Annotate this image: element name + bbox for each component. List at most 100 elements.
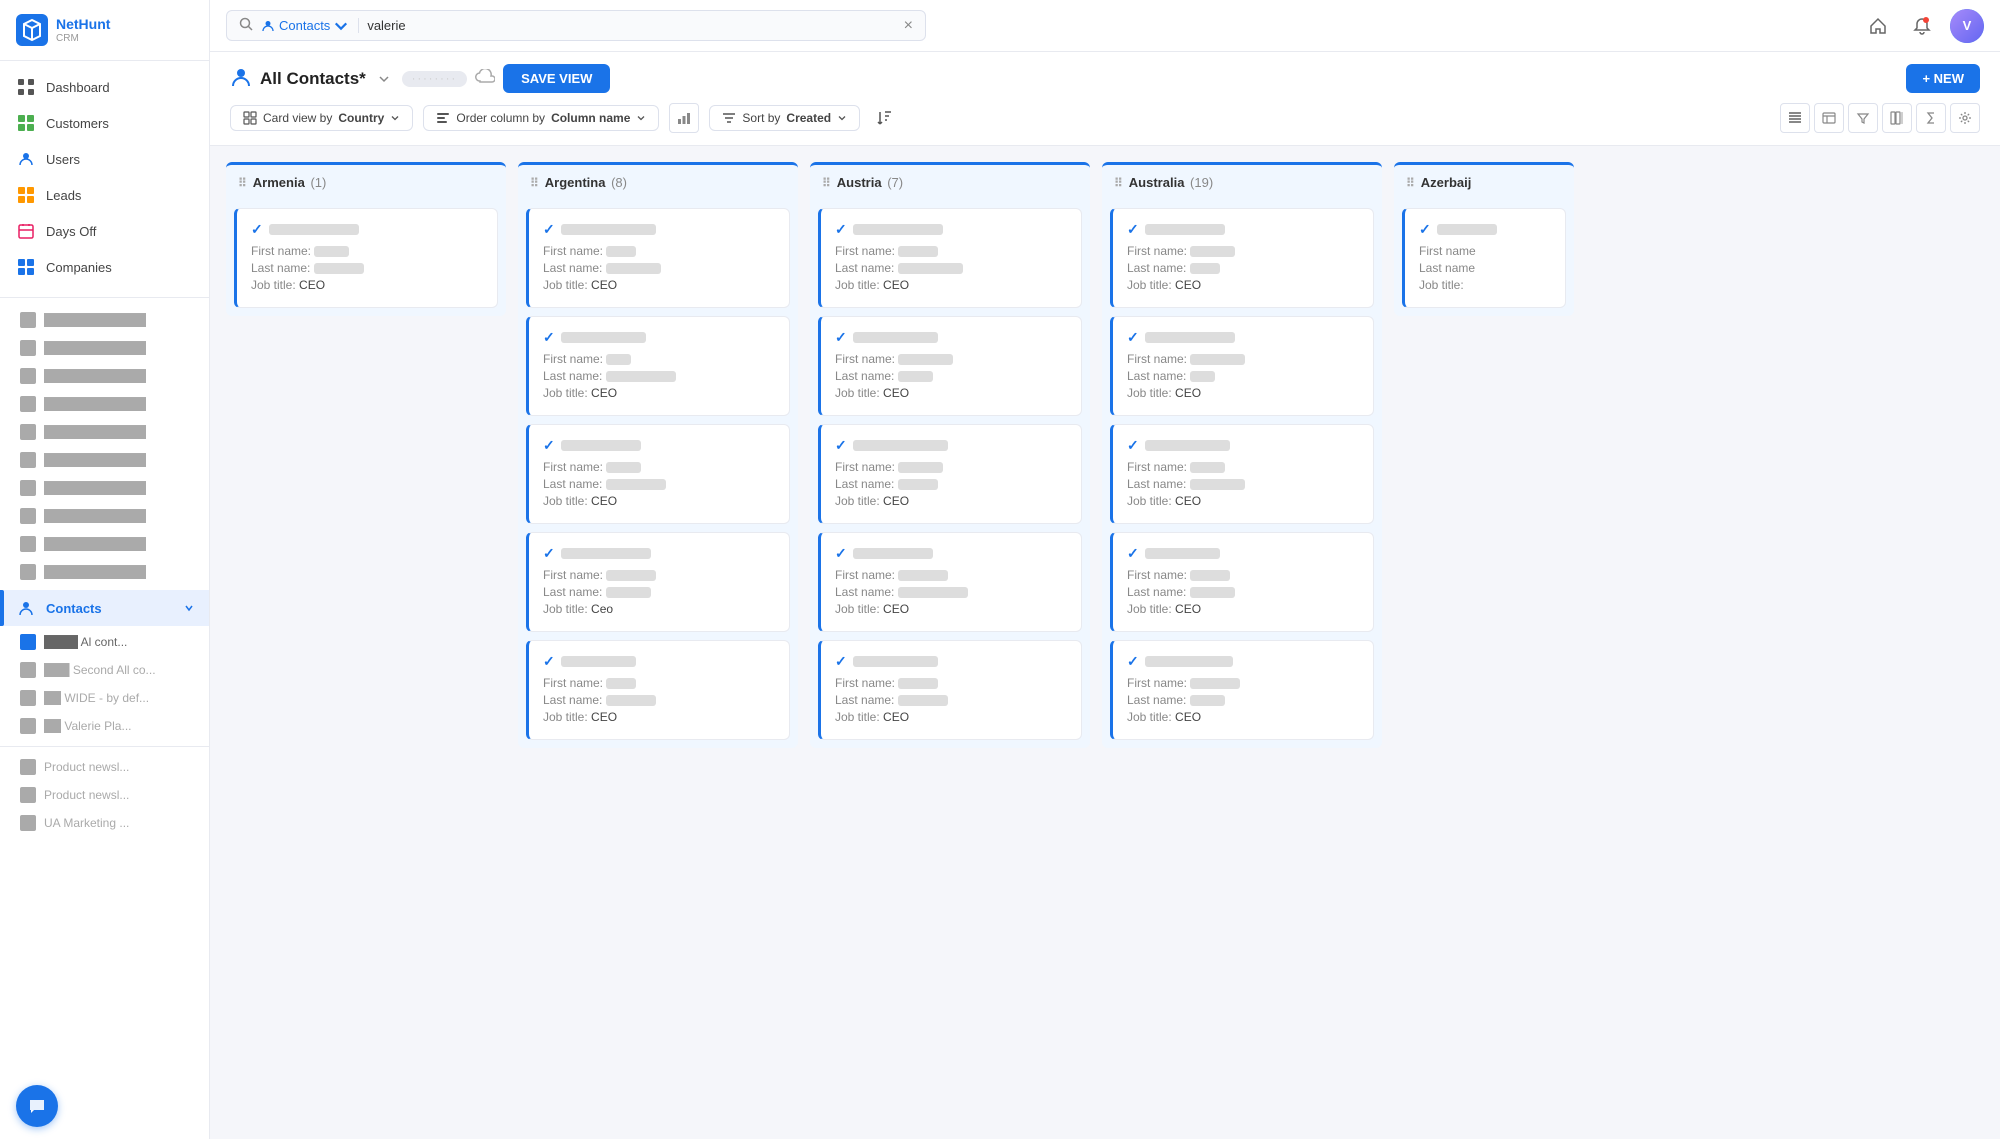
grid-view-button[interactable] [1780, 103, 1810, 133]
aggregate-button[interactable] [1916, 103, 1946, 133]
user-avatar[interactable]: V [1950, 9, 1984, 43]
search-input[interactable] [367, 18, 895, 33]
sidebar-subitem-3[interactable]: ████████████ [0, 390, 209, 418]
sort-direction-button[interactable] [870, 104, 898, 132]
grid-icon [1788, 111, 1802, 125]
contacts-subitem-0[interactable]: ████ Al cont... [0, 628, 209, 656]
drag-handle-australia[interactable]: ⠿ [1114, 176, 1123, 190]
card-view-button[interactable]: Card view by Country [230, 105, 413, 131]
card-aus-4[interactable]: ✓ First name: Last name: Job title: CEO [1110, 640, 1374, 740]
cloud-sync-icon[interactable] [475, 69, 495, 88]
card-argentina-3[interactable]: ✓ First name: Last name: Job title: Ceo [526, 532, 790, 632]
list-view-button[interactable] [1814, 103, 1844, 133]
subitem-label-9: ████████████ [44, 565, 146, 579]
card-field-firstname-aut-2: First name: [835, 460, 1067, 474]
search-scope-selector[interactable]: Contacts [261, 18, 359, 33]
sidebar-subitem-9[interactable]: ████████████ [0, 558, 209, 586]
sort-icon [722, 111, 736, 125]
title-dropdown-button[interactable] [374, 69, 394, 89]
firstname-label: First name: [543, 676, 603, 690]
column-header-austria: ⠿ Austria (7) [810, 165, 1090, 200]
contact-name [269, 224, 359, 235]
jobtitle-value: CEO [1175, 494, 1201, 508]
card-argentina-1[interactable]: ✓ First name: Last name: Job title: CEO [526, 316, 790, 416]
bottom-sub-icon-2 [20, 815, 36, 831]
chat-icon [27, 1096, 47, 1116]
sidebar-item-dashboard[interactable]: Dashboard [0, 69, 209, 105]
subitem-icon-5 [20, 452, 36, 468]
search-box[interactable]: Contacts × [226, 10, 926, 41]
sidebar-divider-2 [0, 746, 209, 747]
drag-handle-argentina[interactable]: ⠿ [530, 176, 539, 190]
card-argentina-4[interactable]: ✓ First name: Last name: Job title: CEO [526, 640, 790, 740]
sidebar-subitem-2[interactable]: ████████████ [0, 362, 209, 390]
contacts-sub-icon-2 [20, 690, 36, 706]
card-field-jobtitle-aus-4: Job title: CEO [1127, 710, 1359, 724]
bottom-subitem-0[interactable]: Product newsl... [0, 753, 209, 781]
bottom-subitem-2[interactable]: UA Marketing ... [0, 809, 209, 837]
drag-handle-armenia[interactable]: ⠿ [238, 176, 247, 190]
sort-button[interactable]: Sort by Created [709, 105, 860, 131]
drag-handle-austria[interactable]: ⠿ [822, 176, 831, 190]
jobtitle-value: CEO [591, 278, 617, 292]
check-icon: ✓ [1127, 653, 1139, 670]
contacts-subitem-1[interactable]: ███ Second All co... [0, 656, 209, 684]
card-armenia-0[interactable]: ✓ First name: Last name: Job title: CEO [234, 208, 498, 308]
card-aus-3[interactable]: ✓ First name: Last name: Job title: CEO [1110, 532, 1374, 632]
card-aus-2[interactable]: ✓ First name: Last name: Job title: CEO [1110, 424, 1374, 524]
sidebar-subitem-5[interactable]: ████████████ [0, 446, 209, 474]
main-nav: Dashboard Customers Users Leads Days Off [0, 61, 209, 293]
sidebar-item-contacts[interactable]: Contacts [0, 590, 209, 626]
card-austria-2[interactable]: ✓ First name: Last name: Job title: CEO [818, 424, 1082, 524]
contacts-subitem-2[interactable]: ██ WIDE - by def... [0, 684, 209, 712]
jobtitle-label: Job title: [1127, 278, 1172, 292]
sidebar-subitem-6[interactable]: ████████████ [0, 474, 209, 502]
card-austria-1[interactable]: ✓ First name: Last name: Job title: CEO [818, 316, 1082, 416]
subitem-label-0: ████████████ [44, 313, 146, 327]
sidebar-subitem-1[interactable]: ████████████ [0, 334, 209, 362]
bottom-subitem-1[interactable]: Product newsl... [0, 781, 209, 809]
card-field-jobtitle-aut-0: Job title: CEO [835, 278, 1067, 292]
card-austria-4[interactable]: ✓ First name: Last name: Job title: CEO [818, 640, 1082, 740]
card-view-icon [243, 111, 257, 125]
columns-button[interactable] [1882, 103, 1912, 133]
sidebar-subitem-0[interactable]: ████████████ [0, 306, 209, 334]
new-record-button[interactable]: + NEW [1906, 64, 1980, 93]
drag-handle-azerbaijan[interactable]: ⠿ [1406, 176, 1415, 190]
firstname-label: First name: [835, 460, 895, 474]
settings-button[interactable] [1950, 103, 1980, 133]
sidebar-subitem-4[interactable]: ████████████ [0, 418, 209, 446]
sidebar-subitem-8[interactable]: ████████████ [0, 530, 209, 558]
card-austria-0[interactable]: ✓ First name: Last name: Job title: CEO [818, 208, 1082, 308]
check-icon: ✓ [835, 329, 847, 346]
lastname-label: Last name: [835, 477, 894, 491]
card-argentina-0[interactable]: ✓ First name: Last name: Job title: CEO [526, 208, 790, 308]
order-column-button[interactable]: Order column by Column name [423, 105, 659, 131]
sidebar-subitem-7[interactable]: ████████████ [0, 502, 209, 530]
chart-view-button[interactable] [669, 103, 699, 133]
view-name-badge[interactable]: ········ [402, 71, 467, 87]
filter-button[interactable] [1848, 103, 1878, 133]
sidebar-item-daysoff[interactable]: Days Off [0, 213, 209, 249]
search-clear-button[interactable]: × [904, 18, 913, 34]
contacts-subitem-3[interactable]: ██ Valerie Pla... [0, 712, 209, 740]
sidebar-item-leads[interactable]: Leads [0, 177, 209, 213]
jobtitle-label: Job title: [1127, 494, 1172, 508]
card-aus-1[interactable]: ✓ First name: Last name: Job title: CEO [1110, 316, 1374, 416]
check-icon: ✓ [835, 545, 847, 562]
card-austria-3[interactable]: ✓ First name: Last name: Job title: CEO [818, 532, 1082, 632]
chat-button[interactable] [16, 1085, 58, 1127]
sidebar-item-customers[interactable]: Customers [0, 105, 209, 141]
card-azb-0[interactable]: ✓ First name Last name Job title: [1402, 208, 1566, 308]
sidebar-item-companies[interactable]: Companies [0, 249, 209, 285]
sidebar-item-users[interactable]: Users [0, 141, 209, 177]
card-argentina-2[interactable]: ✓ First name: Last name: Job title: CEO [526, 424, 790, 524]
search-scope-label: Contacts [279, 18, 330, 33]
home-button[interactable] [1862, 10, 1894, 42]
contact-name [853, 224, 943, 235]
card-aus-0[interactable]: ✓ First name: Last name: Job title: CEO [1110, 208, 1374, 308]
logo[interactable]: NetHunt CRM [0, 0, 209, 61]
save-view-button[interactable]: SAVE VIEW [503, 64, 610, 93]
check-icon: ✓ [251, 221, 263, 238]
notifications-button[interactable] [1906, 10, 1938, 42]
